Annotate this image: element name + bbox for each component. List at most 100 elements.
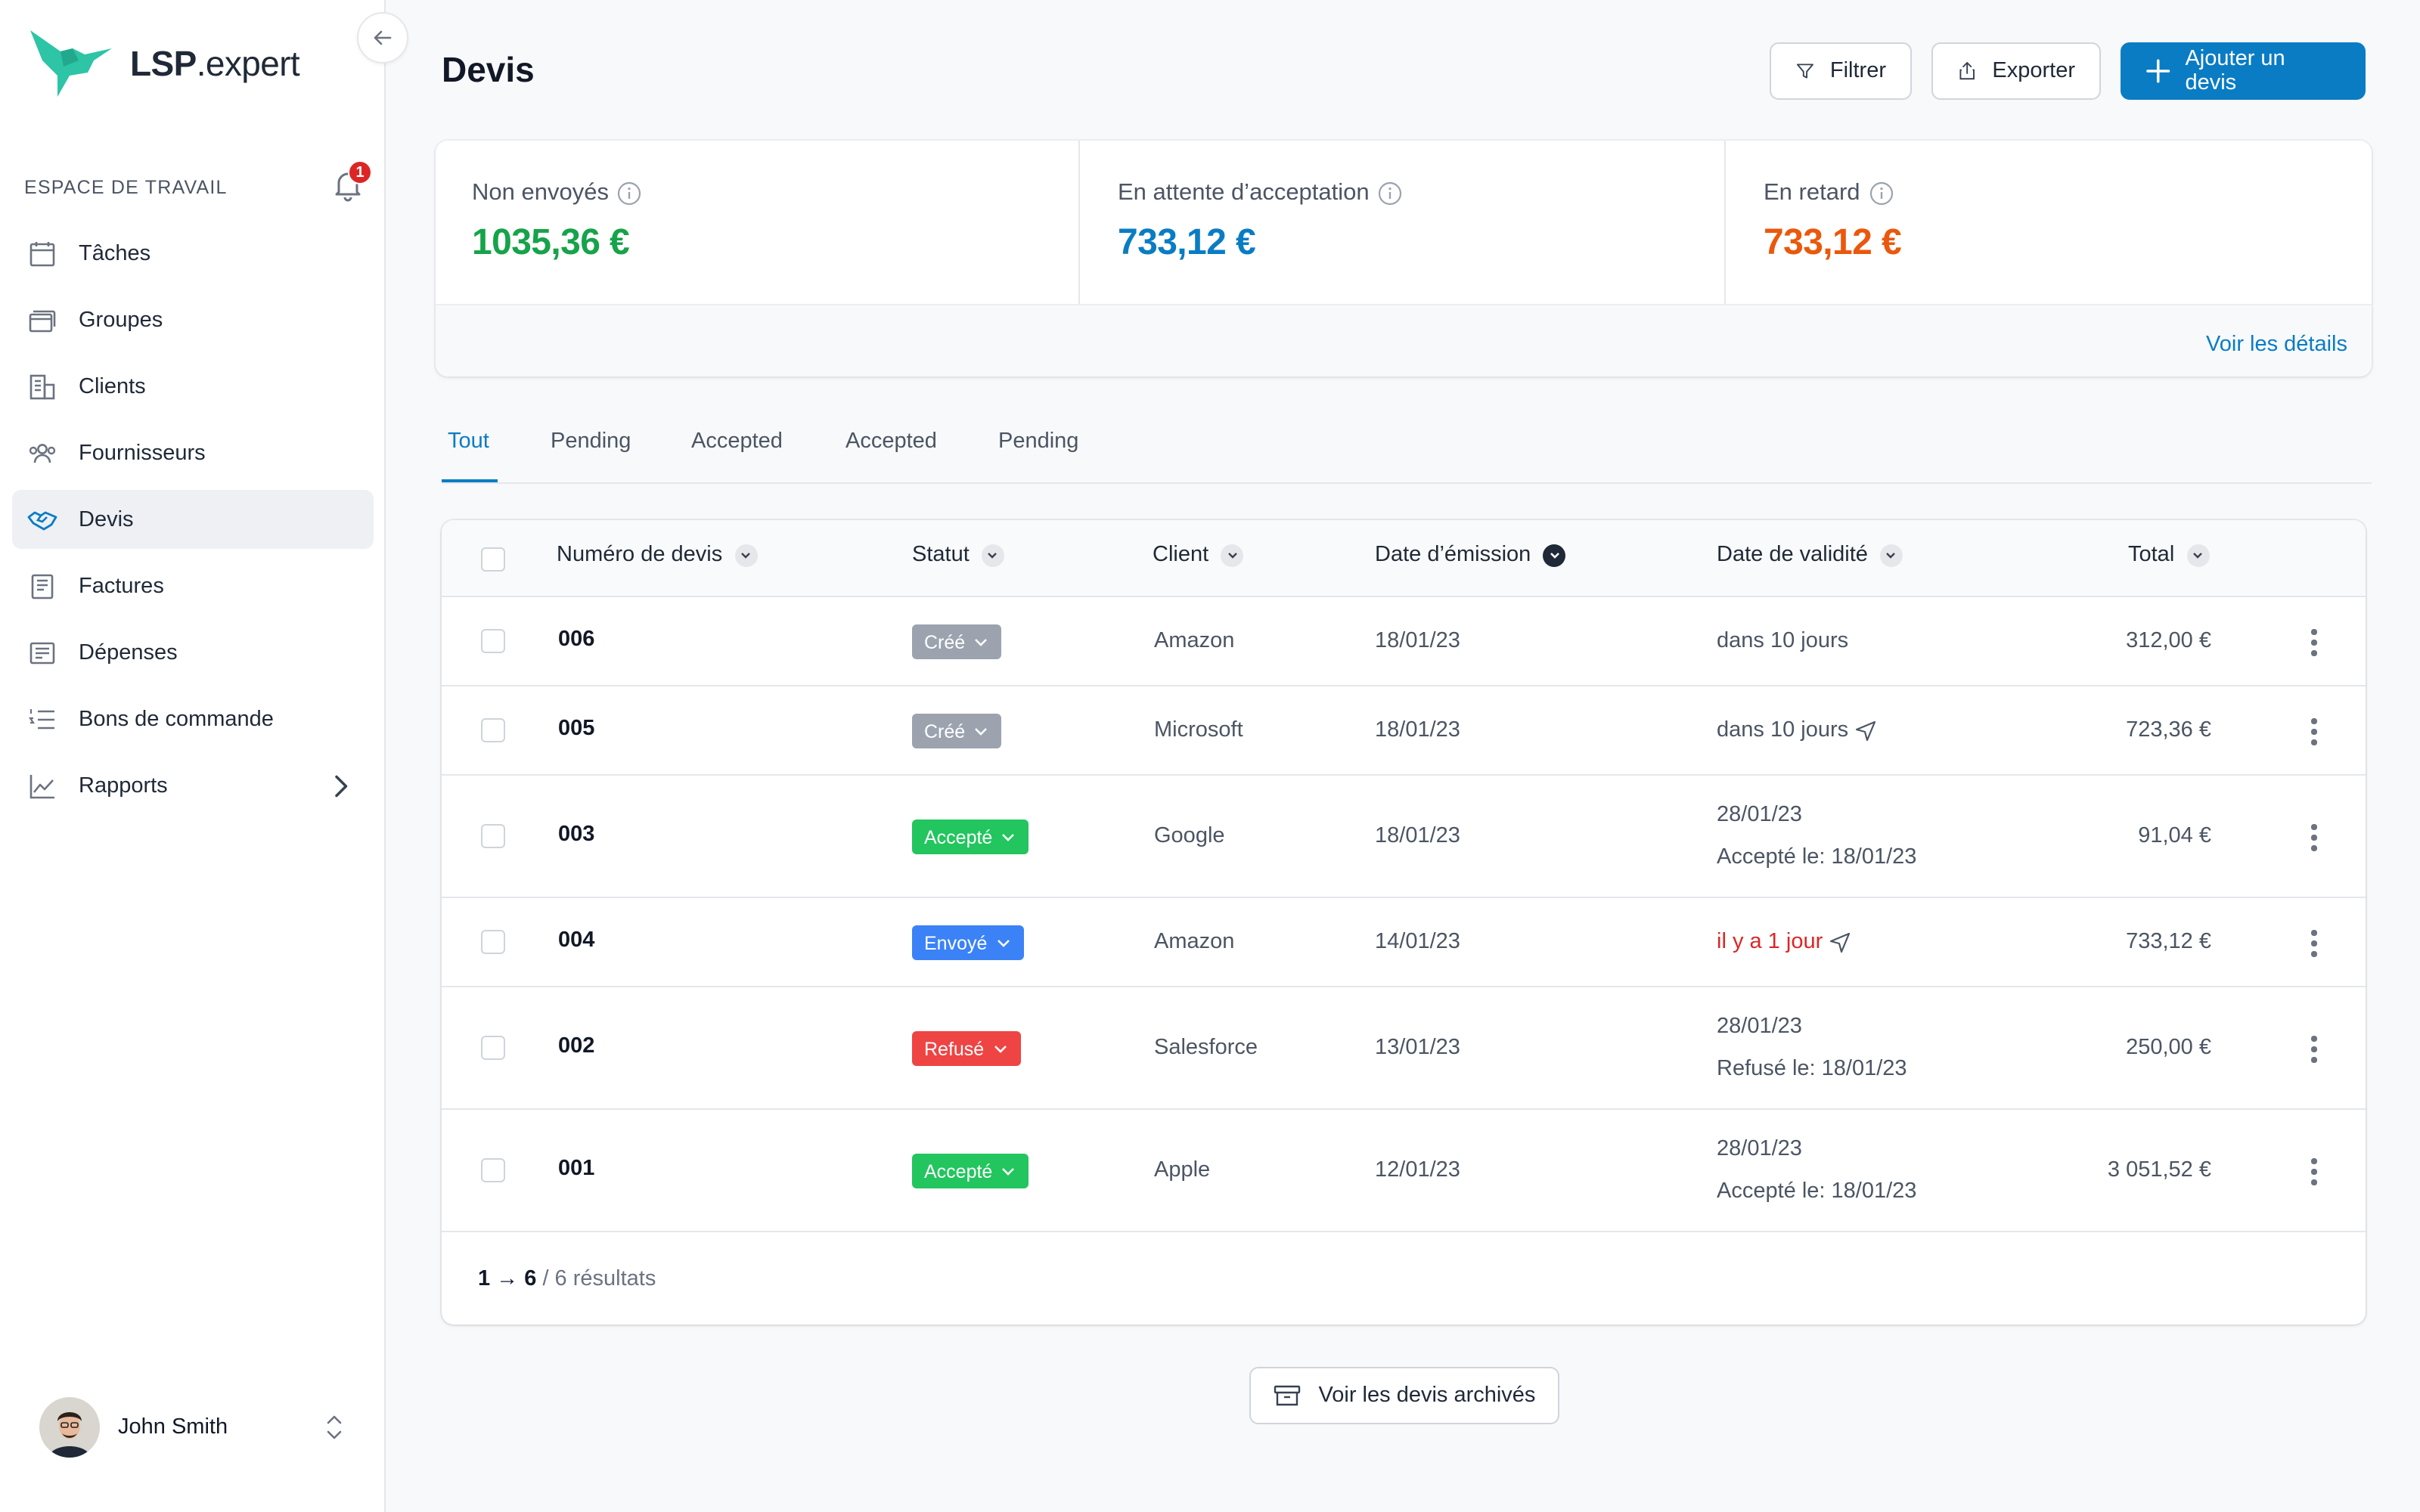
receipt-icon [29, 641, 55, 664]
row-actions-menu-icon[interactable] [2311, 930, 2317, 962]
sidebar-item-bons-de-commande[interactable]: Bons de commande [12, 689, 374, 748]
column-header-number[interactable]: Numéro de devis [557, 543, 758, 567]
status-badge[interactable]: Créé [912, 624, 1002, 659]
quote-number[interactable]: 001 [558, 1157, 594, 1181]
sidebar-item-devis[interactable]: Devis [12, 490, 374, 549]
plus-icon [2146, 59, 2170, 83]
status-badge[interactable]: Créé [912, 714, 1002, 748]
view-archived-quotes-button[interactable]: Voir les devis archivés [1249, 1367, 1559, 1424]
quote-total: 723,36 € [2126, 718, 2211, 742]
status-badge[interactable]: Refusé [912, 1031, 1021, 1066]
column-header-validity-date[interactable]: Date de validité [1717, 543, 1903, 567]
client-name: Amazon [1154, 930, 1235, 954]
chevron-down-icon [734, 544, 758, 566]
row-actions-menu-icon[interactable] [2311, 629, 2317, 661]
quote-number[interactable]: 004 [558, 928, 594, 953]
handshake-icon [27, 510, 57, 530]
row-actions-menu-icon[interactable] [2311, 824, 2317, 856]
row-checkbox[interactable] [481, 629, 505, 653]
archive-icon [1274, 1385, 1300, 1406]
tab-pending-2[interactable]: Pending [998, 429, 1078, 454]
column-header-total[interactable]: Total [2128, 543, 2210, 567]
pagination-range: 1 → 6 [478, 1267, 537, 1291]
row-checkbox[interactable] [481, 930, 505, 954]
chevron-down-icon [994, 1046, 1007, 1053]
issue-date: 18/01/23 [1375, 824, 1460, 848]
tab-tout[interactable]: Tout [448, 429, 489, 454]
sidebar-item-groupes[interactable]: Groupes [12, 290, 374, 349]
info-icon[interactable] [1379, 181, 1403, 206]
stat-overdue: En retard 733,12 € [1727, 141, 2372, 304]
view-details-link[interactable]: Voir les détails [2206, 333, 2347, 357]
quote-number[interactable]: 006 [558, 627, 594, 652]
export-button[interactable]: Exporter [1931, 42, 2101, 100]
info-icon[interactable] [1869, 181, 1894, 206]
stat-label: En retard [1764, 180, 1860, 206]
pagination-summary: 1 → 6 / 6 résultats [478, 1267, 656, 1291]
tab-accepted-2[interactable]: Accepted [845, 429, 937, 454]
stats-card: Non envoyés 1035,36 € En attente d’accep… [436, 141, 2372, 376]
row-checkbox[interactable] [481, 824, 505, 848]
building-icon [29, 373, 55, 399]
table-row[interactable]: 002 Refusé Salesforce 13/01/23 28/01/23 … [442, 987, 2366, 1110]
status-badge[interactable]: Accepté [912, 1154, 1029, 1188]
workspace-label: ESPACE DE TRAVAIL [24, 177, 228, 198]
sidebar-item-fournisseurs[interactable]: Fournisseurs [12, 423, 374, 482]
table-row[interactable]: 003 Accepté Google 18/01/23 28/01/23 Acc… [442, 776, 2366, 898]
chevron-down-icon [1879, 544, 1903, 566]
sidebar-item-rapports[interactable]: Rapports [12, 756, 374, 815]
status-badge[interactable]: Envoyé [912, 925, 1024, 960]
arrow-left-icon [374, 30, 392, 45]
user-name: John Smith [118, 1415, 228, 1439]
filter-button[interactable]: Filtrer [1770, 42, 1912, 100]
row-actions-menu-icon[interactable] [2311, 1158, 2317, 1190]
collapse-sidebar-button[interactable] [357, 12, 408, 64]
tab-accepted[interactable]: Accepted [691, 429, 783, 454]
stat-awaiting-acceptance: En attente d’acceptation 733,12 € [1081, 141, 1726, 304]
chevron-down-icon [981, 544, 1004, 566]
chevron-up-down-icon[interactable] [324, 1412, 345, 1442]
share-icon [1959, 62, 1975, 80]
user-menu[interactable]: John Smith [39, 1397, 342, 1458]
row-checkbox[interactable] [481, 1036, 505, 1060]
chevron-right-icon[interactable] [325, 771, 355, 801]
calendar-icon [29, 241, 55, 266]
table-row[interactable]: 006 Créé Amazon 18/01/23 dans 10 jours 3… [442, 597, 2366, 686]
table-row[interactable]: 005 Créé Microsoft 18/01/23 dans 10 jour… [442, 686, 2366, 776]
status-badge[interactable]: Accepté [912, 820, 1029, 854]
send-icon [1856, 720, 1876, 741]
sidebar-item-taches[interactable]: Tâches [12, 224, 374, 283]
issue-date: 18/01/23 [1375, 718, 1460, 742]
sidebar-item-clients[interactable]: Clients [12, 357, 374, 416]
chevron-down-icon [2186, 544, 2210, 566]
select-all-checkbox[interactable] [481, 547, 505, 572]
sidebar-item-factures[interactable]: Factures [12, 556, 374, 615]
table-row[interactable]: 004 Envoyé Amazon 14/01/23 il y a 1 jour… [442, 898, 2366, 987]
issue-date: 14/01/23 [1375, 930, 1460, 954]
quote-number[interactable]: 003 [558, 823, 594, 847]
column-header-issue-date[interactable]: Date d’émission [1375, 543, 1566, 567]
chart-line-icon [29, 774, 54, 798]
column-header-status[interactable]: Statut [912, 543, 1004, 567]
add-quote-button[interactable]: Ajouter un devis [2121, 42, 2366, 100]
sidebar-item-depenses[interactable]: Dépenses [12, 623, 374, 682]
row-checkbox[interactable] [481, 1158, 505, 1182]
users-icon [29, 443, 56, 463]
row-checkbox[interactable] [481, 718, 505, 742]
table-row[interactable]: 001 Accepté Apple 12/01/23 28/01/23 Acce… [442, 1110, 2366, 1232]
sidebar-item-label: Groupes [79, 308, 163, 332]
quote-number[interactable]: 005 [558, 717, 594, 741]
row-actions-menu-icon[interactable] [2311, 718, 2317, 750]
app-logo[interactable]: LSP.expert [27, 27, 300, 100]
column-header-client[interactable]: Client [1153, 543, 1244, 567]
app-name: LSP.expert [130, 43, 300, 82]
client-name: Salesforce [1154, 1036, 1258, 1060]
issue-date: 18/01/23 [1375, 629, 1460, 653]
tab-pending[interactable]: Pending [551, 429, 631, 454]
info-icon[interactable] [618, 181, 642, 206]
validity-note: Refusé le: 18/01/23 [1717, 1057, 1907, 1081]
quote-number[interactable]: 002 [558, 1034, 594, 1058]
view-archived-quotes-label: Voir les devis archivés [1318, 1383, 1536, 1408]
row-actions-menu-icon[interactable] [2311, 1036, 2317, 1067]
client-name: Microsoft [1154, 718, 1243, 742]
